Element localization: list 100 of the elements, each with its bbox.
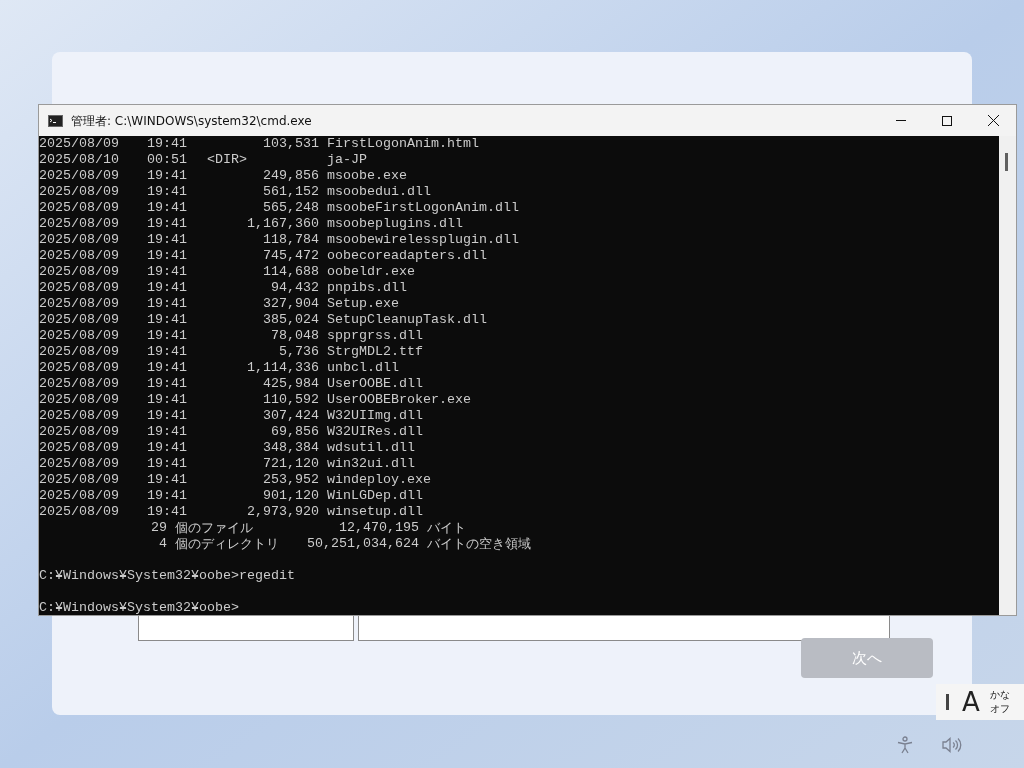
summary-value: 50,251,034,624 [306,536,419,552]
file-time: 19:41 [147,280,187,296]
file-date: 2025/08/09 [39,168,120,184]
file-date: 2025/08/09 [39,504,120,520]
file-name: msoobeFirstLogonAnim.dll [326,200,520,216]
maximize-icon [942,115,952,126]
file-time: 19:41 [147,424,187,440]
kana-label: かな [989,688,1010,702]
file-date: 2025/08/09 [39,440,120,456]
file-size: 348,384 [262,440,319,456]
file-size: 110,592 [262,392,319,408]
file-name: pnpibs.dll [326,280,408,296]
file-date: 2025/08/09 [39,296,120,312]
file-date: 2025/08/09 [39,232,120,248]
file-time: 19:41 [147,328,187,344]
file-time: 19:41 [147,488,187,504]
file-date: 2025/08/09 [39,184,120,200]
file-date: 2025/08/09 [39,200,120,216]
file-name: WinLGDep.dll [326,488,424,504]
file-name: ja-JP [326,152,368,168]
file-name: windeploy.exe [326,472,432,488]
file-name: spprgrss.dll [326,328,424,344]
file-time: 19:41 [147,136,187,152]
file-size: 1,114,336 [246,360,319,376]
file-size: 114,688 [262,264,319,280]
file-size: 901,120 [262,488,319,504]
file-date: 2025/08/09 [39,312,120,328]
file-size: 745,472 [262,248,319,264]
directory-marker: <DIR> [206,152,248,168]
scrollbar[interactable] [999,136,1016,615]
file-size: 385,024 [262,312,319,328]
summary-unit: バイト [426,520,467,536]
file-date: 2025/08/09 [39,280,120,296]
summary-label: 個のファイル [174,520,254,536]
file-size: 78,048 [270,328,319,344]
file-date: 2025/08/09 [39,488,120,504]
file-date: 2025/08/09 [39,264,120,280]
file-date: 2025/08/09 [39,472,120,488]
file-time: 19:41 [147,408,187,424]
file-size: 5,736 [278,344,319,360]
file-name: oobeldr.exe [326,264,416,280]
file-name: Setup.exe [326,296,400,312]
text-cursor-icon [946,694,949,710]
summary-value: 12,470,195 [338,520,419,536]
file-name: StrgMDL2.ttf [326,344,424,360]
file-time: 19:41 [147,456,187,472]
file-time: 19:41 [147,344,187,360]
file-time: 19:41 [147,360,187,376]
file-name: msoobe.exe [326,168,408,184]
file-date: 2025/08/09 [39,376,120,392]
file-time: 19:41 [147,440,187,456]
scrollbar-thumb[interactable] [1005,153,1008,171]
summary-unit: バイトの空き領域 [426,536,532,552]
file-size: 425,984 [262,376,319,392]
file-time: 19:41 [147,376,187,392]
file-size: 249,856 [262,168,319,184]
summary-label: 個のディレクトリ [174,536,280,552]
close-icon [987,115,999,126]
file-name: winsetup.dll [326,504,424,520]
file-time: 19:41 [147,232,187,248]
file-name: msoobedui.dll [326,184,432,200]
summary-count: 4 [158,536,167,552]
file-date: 2025/08/09 [39,392,120,408]
kana-state-label: オフ [989,702,1010,716]
file-time: 19:41 [147,296,187,312]
file-time: 19:41 [147,264,187,280]
file-date: 2025/08/09 [39,424,120,440]
file-name: SetupCleanupTask.dll [326,312,488,328]
file-date: 2025/08/09 [39,328,120,344]
volume-icon[interactable] [942,737,962,753]
file-date: 2025/08/09 [39,216,120,232]
input-field[interactable] [358,616,890,641]
file-name: FirstLogonAnim.html [326,136,480,152]
file-name: unbcl.dll [326,360,400,376]
file-time: 19:41 [147,248,187,264]
file-time: 19:41 [147,200,187,216]
file-time: 00:51 [147,152,187,168]
file-name: win32ui.dll [326,456,416,472]
file-size: 307,424 [262,408,319,424]
file-size: 327,904 [262,296,319,312]
accessibility-icon[interactable] [896,736,914,754]
file-date: 2025/08/09 [39,136,120,152]
minimize-icon [896,120,906,121]
input-mode-label: A [962,689,980,715]
file-time: 19:41 [147,216,187,232]
file-name: msoobeplugins.dll [326,216,464,232]
file-name: oobecoreadapters.dll [326,248,488,264]
input-field[interactable] [138,616,354,641]
summary-count: 29 [150,520,167,536]
file-size: 103,531 [262,136,319,152]
file-time: 19:41 [147,504,187,520]
file-name: wdsutil.dll [326,440,416,456]
file-date: 2025/08/09 [39,344,120,360]
file-time: 19:41 [147,168,187,184]
file-size: 721,120 [262,456,319,472]
file-date: 2025/08/09 [39,408,120,424]
file-name: W32UIImg.dll [326,408,424,424]
file-date: 2025/08/09 [39,248,120,264]
command-line: C:¥Windows¥System32¥oobe>regedit [39,568,295,583]
file-size: 565,248 [262,200,319,216]
